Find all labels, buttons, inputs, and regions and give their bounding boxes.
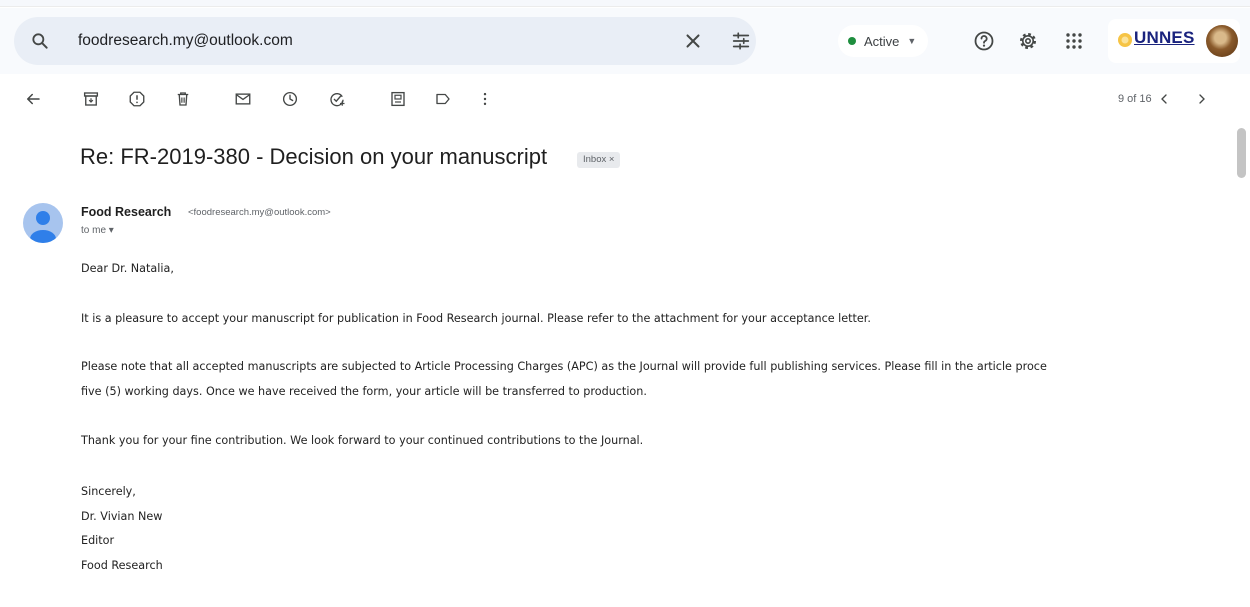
body-greeting: Dear Dr. Natalia, [81,262,174,275]
sender-avatar[interactable] [23,203,63,243]
account-switcher[interactable]: UNNES [1108,19,1240,63]
signature-name: Dr. Vivian New [81,510,163,523]
close-icon[interactable] [682,30,704,52]
to-line: to me [81,225,107,236]
body-paragraph-3: Thank you for your fine contribution. We… [81,434,644,447]
chevron-left-icon[interactable] [1156,90,1172,108]
search-icon[interactable] [30,31,50,51]
arrow-back-icon[interactable] [24,90,42,108]
status-dot-icon [848,37,856,45]
account-avatar[interactable] [1206,25,1238,57]
tune-icon[interactable] [730,30,752,52]
label-icon[interactable] [434,90,452,108]
signature-closing: Sincerely, [81,485,136,498]
archive-icon[interactable] [82,90,100,108]
help-icon[interactable] [972,29,996,53]
message-toolbar: 9 of 16 [0,74,1250,124]
brand-text: UNNES [1134,28,1195,47]
body-paragraph-2-line-2: five (5) working days. Once we have rece… [81,385,647,398]
signature-title: Editor [81,534,115,547]
trash-icon[interactable] [174,90,192,108]
gmail-window: Active ▼ UNNES [0,0,1250,607]
clock-icon[interactable] [281,90,299,108]
scrollbar[interactable] [1236,125,1247,607]
body-paragraph-2-line-1: Please note that all accepted manuscript… [81,360,1047,373]
scrollbar-thumb[interactable] [1237,128,1246,178]
caret-down-icon: ▼ [907,36,917,46]
status-label: Active [864,33,900,49]
pagination-count: 9 of 16 [1118,93,1152,105]
signature-organization: Food Research [81,559,163,572]
person-icon [30,211,56,243]
apps-grid-icon[interactable] [1062,29,1086,53]
more-vert-icon[interactable] [476,90,494,108]
body-paragraph-1: It is a pleasure to accept your manuscri… [81,312,871,325]
add-task-icon[interactable] [328,90,346,108]
move-to-icon[interactable] [389,90,407,108]
report-spam-icon[interactable] [128,90,146,108]
search-input[interactable] [78,27,638,55]
header-bar: Active ▼ UNNES [0,8,1250,74]
search-bar[interactable] [14,17,756,65]
message-subject: Re: FR-2019-380 - Decision on your manus… [80,144,548,169]
recipient-details-toggle[interactable]: to me ▾ [81,225,114,236]
sender-name[interactable]: Food Research [81,205,171,219]
mail-icon[interactable] [234,90,252,108]
sender-email: <foodresearch.my@outlook.com> [188,207,331,218]
status-dropdown[interactable]: Active ▼ [838,25,929,57]
chevron-right-icon[interactable] [1194,90,1210,108]
browser-top-strip [0,0,1250,7]
inbox-label-badge[interactable]: Inbox × [577,152,621,168]
gear-icon[interactable] [1016,29,1040,53]
